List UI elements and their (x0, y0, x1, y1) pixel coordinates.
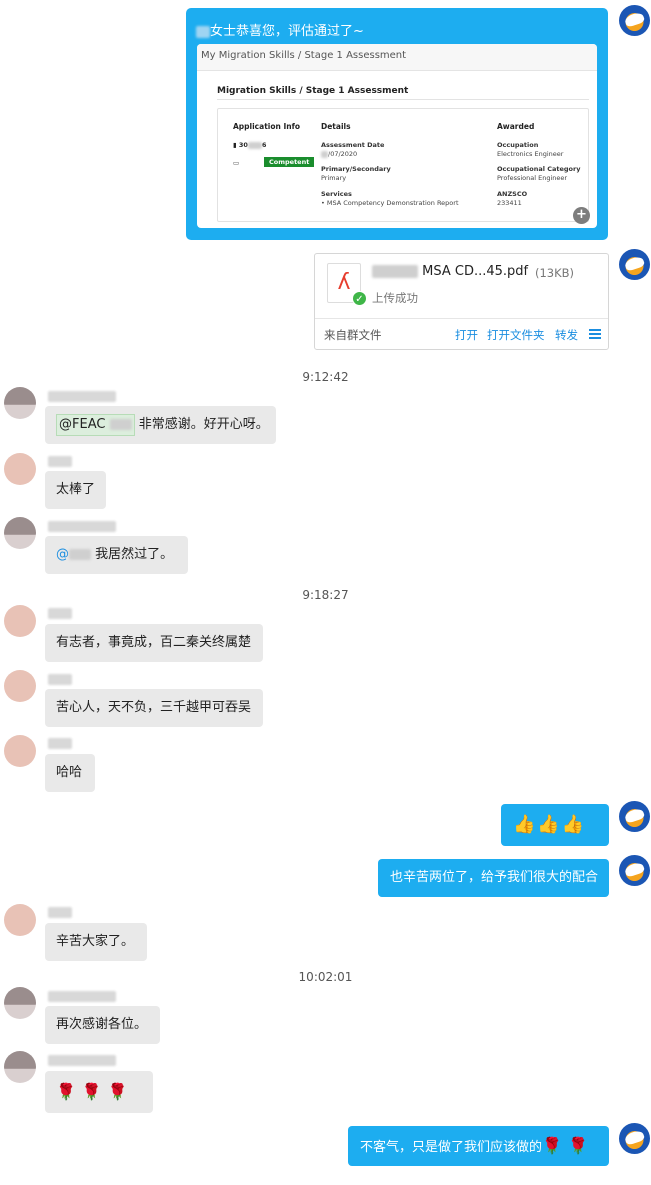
avatar[interactable] (4, 735, 36, 767)
timestamp: 9:18:27 (302, 588, 349, 602)
avatar[interactable] (4, 605, 36, 637)
card-caption: 女士恭喜您，评估通过了~ (196, 20, 364, 39)
avatar-self[interactable] (619, 249, 650, 280)
col-awarded: Awarded (497, 122, 535, 131)
message-bubble: @FEAC 非常感谢。好开心呀。 (45, 406, 276, 444)
category-label: Occupational Category (497, 165, 581, 173)
message-bubble: 辛苦大家了。 (45, 923, 147, 961)
services-label: Services (321, 190, 352, 198)
mention[interactable]: @ (56, 547, 91, 562)
avatar[interactable] (4, 987, 36, 1019)
shot-header: My Migration Skills / Stage 1 Assessment (197, 44, 597, 71)
file-name[interactable]: MSA CD...45.pdf (372, 264, 528, 279)
application-number: ▮ 30 6 (233, 141, 267, 149)
sender-name (48, 521, 116, 532)
avatar-self[interactable] (619, 855, 650, 886)
avatar[interactable] (4, 1051, 36, 1083)
message-bubble: 太棒了 (45, 471, 106, 509)
divider (217, 99, 589, 100)
sender-name (48, 738, 72, 749)
services-value: • MSA Competency Demonstration Report (321, 199, 459, 207)
forward-button[interactable]: 转发 (555, 327, 578, 343)
avatar[interactable] (4, 387, 36, 419)
anzsco-label: ANZSCO (497, 190, 528, 198)
sender-name (48, 907, 72, 918)
image-message-card[interactable]: 女士恭喜您，评估通过了~ My Migration Skills / Stage… (186, 8, 608, 240)
assessment-date-value: /07/2020 (321, 150, 357, 158)
occupation-value: Electronics Engineer (497, 150, 564, 158)
col-application-info: Application Info (233, 122, 300, 131)
open-button[interactable]: 打开 (455, 327, 478, 343)
menu-icon[interactable] (589, 329, 601, 339)
sender-name (48, 1055, 116, 1066)
shot-title: Migration Skills / Stage 1 Assessment (217, 86, 409, 96)
sender-name (48, 674, 72, 685)
file-size: (13KB) (535, 266, 575, 280)
avatar-self[interactable] (619, 5, 650, 36)
avatar[interactable] (4, 453, 36, 485)
category-value: Professional Engineer (497, 174, 568, 182)
message-bubble: 哈哈 (45, 754, 95, 792)
assessment-date-label: Assessment Date (321, 141, 385, 149)
sender-name (48, 456, 72, 467)
status-badge: Competent (264, 157, 315, 167)
assessment-details-box: Application Info ▮ 30 6 ▭ Competent Detai… (217, 108, 589, 222)
primary-label: Primary/Secondary (321, 165, 391, 173)
file-status: 上传成功 (372, 291, 418, 305)
col-details: Details (321, 122, 351, 131)
timestamp: 9:12:42 (302, 370, 349, 384)
sender-name (48, 991, 116, 1002)
sender-name (48, 608, 72, 619)
sender-name (48, 391, 116, 402)
file-source: 来自群文件 (324, 328, 382, 342)
file-message[interactable]: ʎ ✓ MSA CD...45.pdf (13KB) 上传成功 来自群文件 打开… (314, 253, 609, 350)
message-bubble: 有志者，事竟成，百二秦关终属楚 (45, 624, 263, 662)
anzsco-value: 233411 (497, 199, 522, 207)
assessment-screenshot[interactable]: My Migration Skills / Stage 1 Assessment… (197, 44, 597, 228)
avatar-self[interactable] (619, 801, 650, 832)
mention[interactable]: @FEAC (56, 413, 135, 436)
message-bubble-self: 不客气，只是做了我们应该做的🌹🌹 (348, 1126, 609, 1166)
timestamp: 10:02:01 (298, 970, 353, 984)
upload-success-icon: ✓ (352, 291, 367, 306)
message-bubble: @ 我居然过了。 (45, 536, 188, 574)
message-bubble: 再次感谢各位。 (45, 1006, 160, 1044)
primary-value: Primary (321, 174, 347, 182)
open-folder-button[interactable]: 打开文件夹 (487, 327, 545, 343)
avatar[interactable] (4, 904, 36, 936)
message-bubble: 苦心人，天不负，三千越甲可吞吴 (45, 689, 263, 727)
avatar-self[interactable] (619, 1123, 650, 1154)
avatar[interactable] (4, 517, 36, 549)
message-bubble: 🌹🌹🌹 (45, 1071, 153, 1113)
avatar[interactable] (4, 670, 36, 702)
message-bubble-self: 👍👍👍 (501, 804, 609, 846)
card-icon: ▭ (233, 159, 240, 167)
zoom-in-icon[interactable]: + (573, 207, 590, 224)
occupation-label: Occupation (497, 141, 539, 149)
message-bubble-self: 也辛苦两位了，给予我们很大的配合 (378, 859, 609, 897)
